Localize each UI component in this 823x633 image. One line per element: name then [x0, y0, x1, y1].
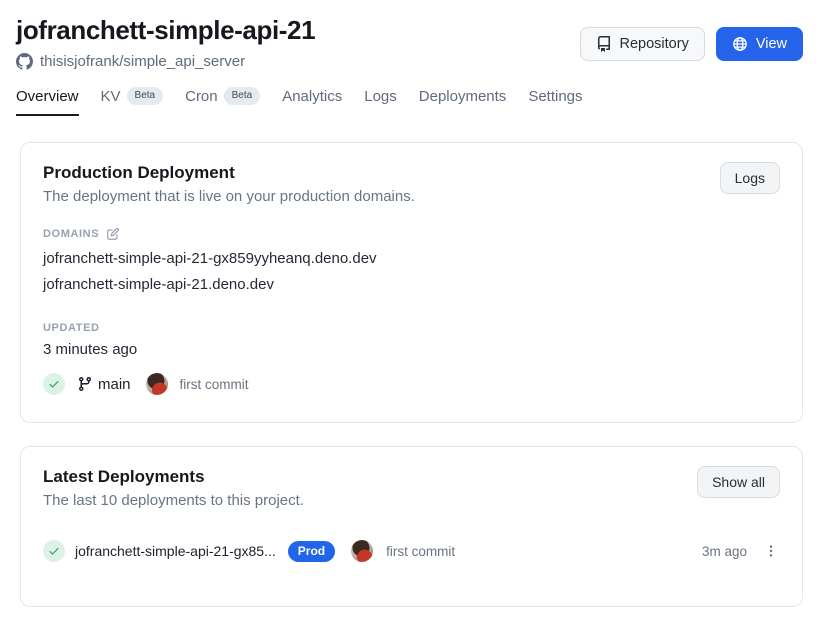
domain-link[interactable]: jofranchett-simple-api-21.deno.dev: [43, 272, 780, 298]
branch-name: main: [98, 376, 131, 393]
deployments-card-titles: Latest Deployments The last 10 deploymen…: [43, 466, 304, 511]
edit-domains-icon[interactable]: [106, 227, 120, 241]
header-actions: Repository View: [580, 27, 803, 61]
repo-link-label: thisisjofrank/simple_api_server: [40, 53, 245, 70]
show-all-button-label: Show all: [712, 473, 765, 491]
prod-badge: Prod: [288, 541, 335, 562]
repository-button[interactable]: Repository: [580, 27, 705, 61]
tab-kv[interactable]: KV Beta: [101, 87, 164, 116]
github-icon: [16, 53, 33, 70]
tab-logs-label: Logs: [364, 88, 397, 105]
deployments-card-subtitle: The last 10 deployments to this project.: [43, 491, 304, 511]
deployments-card-title: Latest Deployments: [43, 466, 304, 488]
production-card-title: Production Deployment: [43, 162, 415, 184]
tab-bar: Overview KV Beta Cron Beta Analytics Log…: [16, 87, 803, 116]
production-card-header: Production Deployment The deployment tha…: [43, 162, 780, 207]
commit-message: first commit: [386, 544, 455, 559]
production-deployment-card: Production Deployment The deployment tha…: [20, 142, 803, 423]
commit-message: first commit: [180, 377, 249, 392]
production-card-subtitle: The deployment that is live on your prod…: [43, 187, 415, 207]
kebab-menu-icon[interactable]: [762, 542, 780, 560]
tab-settings-label: Settings: [528, 88, 582, 105]
branch-indicator: main: [77, 376, 131, 393]
domain-link[interactable]: jofranchett-simple-api-21-gx859yyheanq.d…: [43, 246, 780, 272]
show-all-button[interactable]: Show all: [697, 466, 780, 498]
updated-section-label: UPDATED: [43, 322, 780, 334]
domains-section-label: DOMAINS: [43, 227, 780, 241]
deployment-time: 3m ago: [702, 544, 747, 559]
production-status-row: main first commit: [43, 373, 780, 395]
logs-button-label: Logs: [735, 169, 765, 187]
tab-settings[interactable]: Settings: [528, 88, 582, 116]
deployment-link[interactable]: jofranchett-simple-api-21-gx85...: [75, 543, 276, 559]
view-button-label: View: [756, 35, 787, 53]
updated-label: UPDATED: [43, 322, 100, 334]
repo-book-icon: [596, 36, 612, 52]
git-branch-icon: [77, 376, 93, 392]
logs-button[interactable]: Logs: [720, 162, 780, 194]
github-repo-link[interactable]: thisisjofrank/simple_api_server: [16, 53, 315, 70]
tab-deployments-label: Deployments: [419, 88, 507, 105]
tab-logs[interactable]: Logs: [364, 88, 397, 116]
deployment-row: jofranchett-simple-api-21-gx85... Prod f…: [43, 540, 780, 562]
header-left: jofranchett-simple-api-21 thisisjofrank/…: [16, 14, 315, 70]
beta-badge: Beta: [127, 87, 164, 105]
production-card-titles: Production Deployment The deployment tha…: [43, 162, 415, 207]
page-title: jofranchett-simple-api-21: [16, 14, 315, 46]
tab-analytics-label: Analytics: [282, 88, 342, 105]
deployment-row-right: 3m ago: [702, 542, 780, 560]
tab-cron-label: Cron: [185, 88, 218, 105]
page-header: jofranchett-simple-api-21 thisisjofrank/…: [16, 14, 803, 70]
updated-value: 3 minutes ago: [43, 341, 780, 358]
project-page: jofranchett-simple-api-21 thisisjofrank/…: [0, 0, 823, 607]
tab-deployments[interactable]: Deployments: [419, 88, 507, 116]
beta-badge: Beta: [224, 87, 261, 105]
tab-kv-label: KV: [101, 88, 121, 105]
success-check-icon: [43, 373, 65, 395]
tab-overview-label: Overview: [16, 88, 79, 105]
repository-button-label: Repository: [620, 35, 689, 53]
view-button[interactable]: View: [716, 27, 803, 61]
domains-label: DOMAINS: [43, 228, 99, 240]
tab-analytics[interactable]: Analytics: [282, 88, 342, 116]
success-check-icon: [43, 540, 65, 562]
avatar: [146, 373, 168, 395]
latest-deployments-card: Latest Deployments The last 10 deploymen…: [20, 446, 803, 607]
globe-icon: [732, 36, 748, 52]
deployments-card-header: Latest Deployments The last 10 deploymen…: [43, 466, 780, 511]
domain-list: jofranchett-simple-api-21-gx859yyheanq.d…: [43, 246, 780, 298]
tab-overview[interactable]: Overview: [16, 88, 79, 116]
avatar: [351, 540, 373, 562]
tab-cron[interactable]: Cron Beta: [185, 87, 260, 116]
